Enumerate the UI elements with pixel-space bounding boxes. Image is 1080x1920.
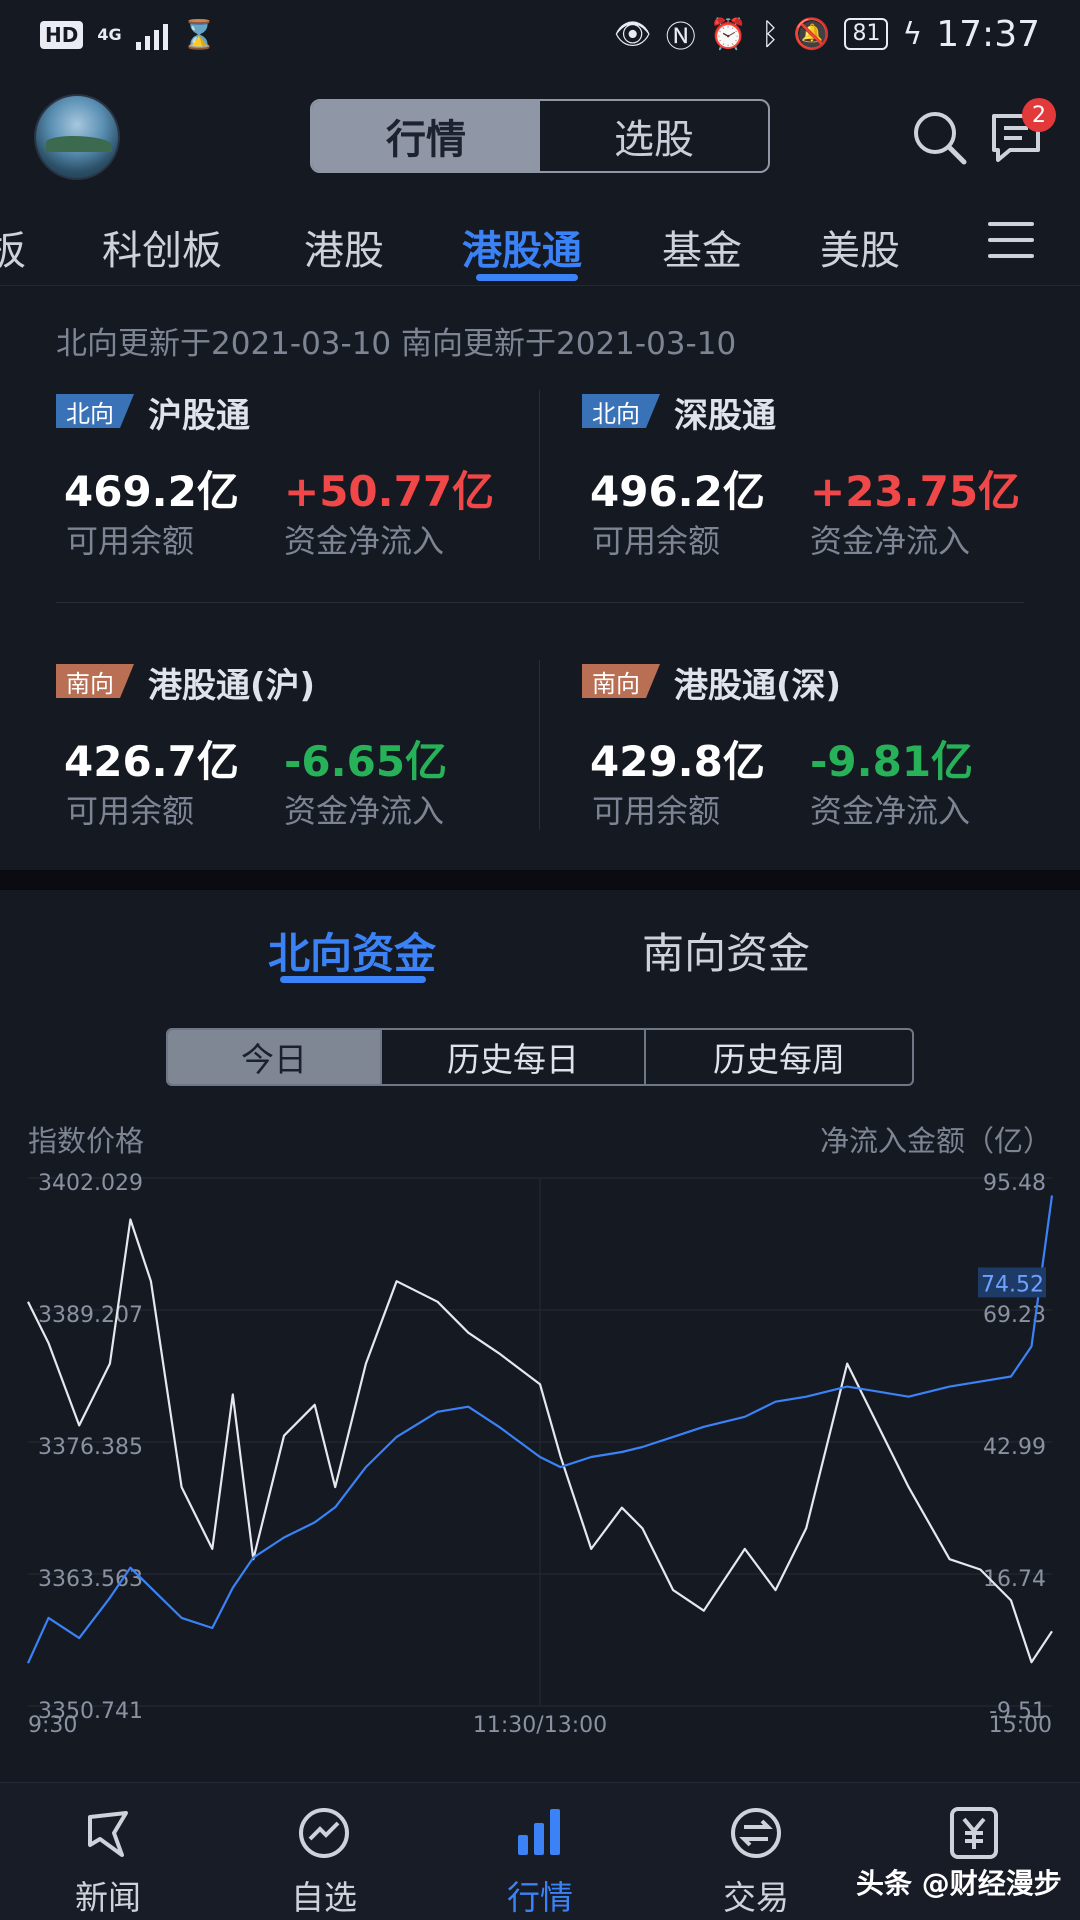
south-tag: 南向 [582,664,660,698]
update-time: 北向更新于2021-03-10 南向更新于2021-03-10 [56,326,737,362]
net-inflow-label: 资金净流入 [810,792,971,830]
net-inflow-label: 资金净流入 [810,522,971,560]
card-sz-connect[interactable]: 北向 深股通 496.2亿 +23.75亿 可用余额 资金净流入 [582,394,1052,584]
status-right: 👁 Ⓝ ⏰ ᛒ 🔕 81 ϟ 17:37 [614,12,1040,56]
range-history-daily[interactable]: 历史每日 [382,1030,646,1084]
clock: 17:37 [936,13,1040,55]
available-label: 可用余额 [66,792,195,830]
tab-us-stocks[interactable]: 美股 [820,218,900,276]
eye-icon: 👁 [613,16,652,52]
net-inflow: -6.65亿 [284,737,448,786]
net-inflow: +23.75亿 [810,467,1021,516]
available-label: 可用余额 [592,792,721,830]
card-title: 港股通(深) [674,666,842,706]
tab-hk-stocks[interactable]: 港股 [304,218,384,276]
net-inflow: +50.77亿 [284,467,495,516]
x-tick-label: 11:30/13:00 [473,1713,607,1738]
flow-chart[interactable]: 3402.0293389.2073376.3853363.5633350.741… [0,1150,1080,1750]
nav-market[interactable]: 行情 [460,1783,620,1920]
card-title: 深股通 [674,396,776,436]
available-balance: 426.7亿 [64,737,239,786]
x-tick-label: 9:30 [28,1713,77,1738]
last-value-label: 74.52 [981,1272,1044,1297]
available-label: 可用余额 [592,522,721,560]
active-tab-indicator [476,274,578,281]
status-bar: HD 4G ⌛ 👁 Ⓝ ⏰ ᛒ 🔕 81 ϟ 17:37 [0,0,1080,76]
range-today[interactable]: 今日 [168,1030,382,1084]
available-balance: 496.2亿 [590,467,765,516]
tab-stock-connect[interactable]: 港股通 [462,218,582,276]
hd-indicator: HD [40,20,84,49]
yuan-icon [950,1807,998,1859]
message-badge: 2 [1022,98,1056,132]
y-right-tick-label: 42.99 [983,1435,1046,1460]
tab-northbound[interactable]: 北向资金 [268,920,436,981]
north-tag: 北向 [56,394,134,428]
nav-label: 自选 [291,1878,357,1917]
nav-trade[interactable]: 交易 [676,1783,836,1920]
signal-icon [135,20,168,50]
battery-icon: 81 [844,18,889,50]
row-divider [56,602,1024,603]
avatar[interactable] [34,94,120,180]
mute-icon: 🔕 [793,16,831,52]
tab-board[interactable]: 板 [0,218,26,276]
range-history-weekly[interactable]: 历史每周 [646,1030,912,1084]
card-sh-connect[interactable]: 北向 沪股通 469.2亿 +50.77亿 可用余额 资金净流入 [56,394,526,584]
search-icon[interactable] [910,108,970,168]
market-icon [518,1809,560,1855]
available-balance: 429.8亿 [590,737,765,786]
status-left: HD 4G ⌛ [40,18,216,51]
y-left-tick-label: 3402.029 [38,1171,143,1196]
tab-funds[interactable]: 基金 [662,218,742,276]
nav-label: 新闻 [75,1878,141,1917]
section-separator [0,870,1080,890]
news-icon [88,1811,128,1857]
fund-tab-indicator [280,976,426,983]
hourglass-icon: ⌛ [181,18,217,51]
card-hk-connect-sh[interactable]: 南向 港股通(沪) 426.7亿 -6.65亿 可用余额 资金净流入 [56,664,526,854]
north-tag: 北向 [582,394,660,428]
y-right-tick-label: 16.74 [983,1567,1046,1592]
net-inflow-label: 资金净流入 [284,522,445,560]
y-left-tick-label: 3376.385 [38,1435,143,1460]
header-segment: 行情 选股 [310,99,770,173]
card-divider [539,660,540,830]
south-tag: 南向 [56,664,134,698]
market-tabs: 板 科创板 港股 港股通 基金 美股 [0,210,1080,286]
tab-southbound[interactable]: 南向资金 [642,920,810,981]
y-right-tick-label: 95.48 [983,1171,1046,1196]
watchlist-icon [299,1808,349,1858]
bluetooth-icon: ᛒ [761,16,780,52]
nfc-icon: Ⓝ [665,20,696,55]
available-balance: 469.2亿 [64,467,239,516]
nav-label: 交易 [723,1878,789,1917]
alarm-icon: ⏰ [709,16,748,52]
network-type: 4G [97,24,122,44]
tab-stock-picker[interactable]: 选股 [540,101,768,171]
y-left-tick-label: 3389.207 [38,1303,143,1328]
net-inflow-label: 资金净流入 [284,792,445,830]
nav-watchlist[interactable]: 自选 [244,1783,404,1920]
charging-icon: ϟ [902,16,923,52]
nav-label: 行情 [507,1878,573,1917]
tab-star-market[interactable]: 科创板 [102,218,222,276]
watermark: 头条 @财经漫步 [856,1867,1062,1900]
x-tick-label: 15:00 [989,1713,1052,1738]
available-label: 可用余额 [66,522,195,560]
card-title: 沪股通 [148,396,250,436]
trade-icon [731,1808,781,1858]
card-hk-connect-sz[interactable]: 南向 港股通(深) 429.8亿 -9.81亿 可用余额 资金净流入 [582,664,1052,854]
card-title: 港股通(沪) [148,666,316,706]
card-divider [539,390,540,560]
tab-market[interactable]: 行情 [312,101,540,171]
nav-news[interactable]: 新闻 [28,1783,188,1920]
range-selector: 今日 历史每日 历史每周 [166,1028,914,1086]
net-inflow: -9.81亿 [810,737,974,786]
menu-icon[interactable] [988,222,1034,262]
